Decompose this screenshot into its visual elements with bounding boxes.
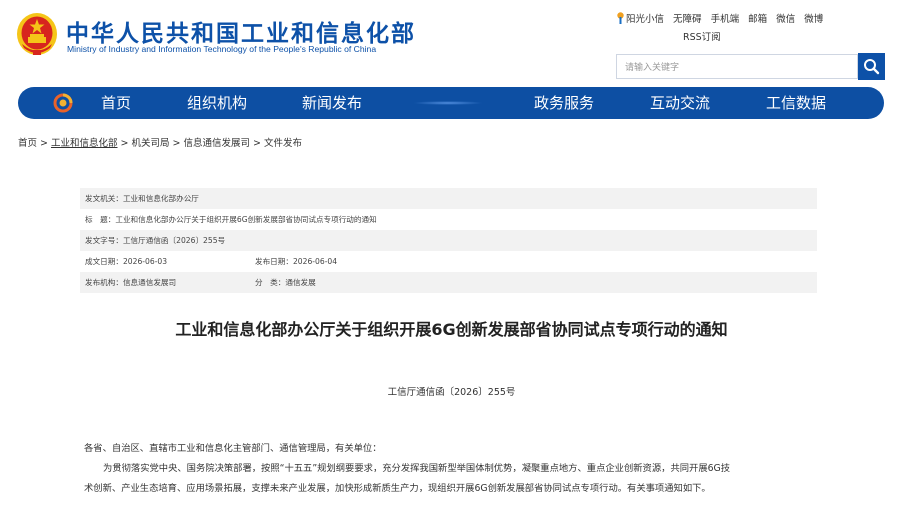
nav-item-interaction[interactable]: 互动交流	[650, 87, 710, 119]
breadcrumb: 首页 > 工业和信息化部 > 机关司局 > 信息通信发展司 > 文件发布	[18, 135, 302, 149]
search-button[interactable]	[858, 53, 885, 80]
article-title: 工业和信息化部办公厅关于组织开展6G创新发展部省协同试点专项行动的通知	[175, 320, 728, 339]
article-doc-number: 工信厅通信函〔2026〕255号	[387, 387, 516, 398]
meta-category: 通信发展	[285, 278, 316, 287]
top-links: 阳光小信 无障碍 手机端 邮箱 微信 微博	[617, 11, 829, 25]
meta-docno: 工信厅通信函〔2026〕255号	[122, 236, 226, 245]
article-body-line: 术创新、产业生态培育、应用场景拓展，支撑未来产业发展，加快形成新质生产力，现组织…	[84, 483, 711, 494]
meta-label: 发布日期：	[255, 257, 293, 266]
nav-item-organization[interactable]: 组织机构	[187, 87, 247, 119]
meta-row-org: 发布机构：信息通信发展司 分 类：通信发展	[80, 272, 817, 293]
search-input[interactable]	[617, 56, 857, 80]
main-nav: 首页 组织机构 新闻发布 政务服务 互动交流 工信数据	[18, 87, 884, 119]
nav-item-data[interactable]: 工信数据	[766, 87, 826, 119]
meta-row-title: 标 题：工业和信息化部办公厅关于组织开展6G创新发展部省协同试点专项行动的通知	[80, 209, 817, 230]
document-metadata: 发文机关：工业和信息化部办公厅 标 题：工业和信息化部办公厅关于组织开展6G创新…	[80, 188, 817, 293]
sunshine-icon	[617, 12, 624, 24]
top-link-mobile[interactable]: 手机端	[711, 11, 740, 25]
breadcrumb-separator: >	[172, 138, 181, 149]
breadcrumb-ministry[interactable]: 工业和信息化部	[51, 138, 118, 149]
top-link-wechat[interactable]: 微信	[776, 11, 795, 25]
meta-label: 发文机关：	[85, 194, 123, 203]
breadcrumb-separator: >	[252, 138, 261, 149]
rss-link[interactable]: RSS订阅	[683, 29, 721, 43]
nav-item-news[interactable]: 新闻发布	[302, 87, 362, 119]
article-salutation: 各省、自治区、直辖市工业和信息化主管部门、通信管理局，有关单位：	[84, 443, 382, 454]
article-body-line: 为贯彻落实党中央、国务院决策部署，按照“十五五”规划纲要要求，充分发挥我国新型举…	[103, 463, 731, 474]
top-link-weibo[interactable]: 微博	[804, 11, 823, 25]
meta-issuer: 工业和信息化部办公厅	[122, 194, 199, 203]
site-title[interactable]: 中华人民共和国工业和信息化部	[66, 14, 416, 48]
meta-label: 发文字号：	[85, 236, 123, 245]
site-subtitle: Ministry of Industry and Information Tec…	[67, 44, 377, 54]
nav-item-home[interactable]: 首页	[101, 87, 131, 119]
meta-created: 2026-06-03	[122, 257, 168, 266]
search-icon	[864, 59, 880, 75]
national-emblem-icon	[17, 13, 57, 55]
meta-row-dates: 成文日期：2026-06-03 发布日期：2026-06-04	[80, 251, 817, 272]
top-link-accessibility[interactable]: 无障碍	[673, 11, 702, 25]
meta-label: 成文日期：	[85, 257, 123, 266]
meta-org: 信息通信发展司	[122, 278, 177, 287]
top-link-mail[interactable]: 邮箱	[748, 11, 767, 25]
meta-title: 工业和信息化部办公厅关于组织开展6G创新发展部省协同试点专项行动的通知	[115, 215, 377, 224]
meta-published: 2026-06-04	[292, 257, 338, 266]
breadcrumb-separator: >	[120, 138, 129, 149]
nav-highlight	[413, 101, 483, 105]
breadcrumb-documents[interactable]: 文件发布	[264, 138, 302, 149]
meta-row-issuer: 发文机关：工业和信息化部办公厅	[80, 188, 817, 209]
meta-row-docno: 发文字号：工信厅通信函〔2026〕255号	[80, 230, 817, 251]
meta-label: 分 类：	[255, 278, 286, 287]
breadcrumb-ict-department[interactable]: 信息通信发展司	[183, 138, 250, 149]
breadcrumb-home[interactable]: 首页	[18, 138, 37, 149]
meta-label: 发布机构：	[85, 278, 123, 287]
meta-label: 标 题：	[85, 215, 116, 224]
home-logo-icon[interactable]	[53, 93, 73, 113]
nav-item-services[interactable]: 政务服务	[534, 87, 594, 119]
breadcrumb-departments[interactable]: 机关司局	[131, 138, 169, 149]
breadcrumb-separator: >	[40, 138, 48, 149]
top-link-sunshine[interactable]: 阳光小信	[626, 11, 664, 25]
search-box	[616, 54, 858, 80]
